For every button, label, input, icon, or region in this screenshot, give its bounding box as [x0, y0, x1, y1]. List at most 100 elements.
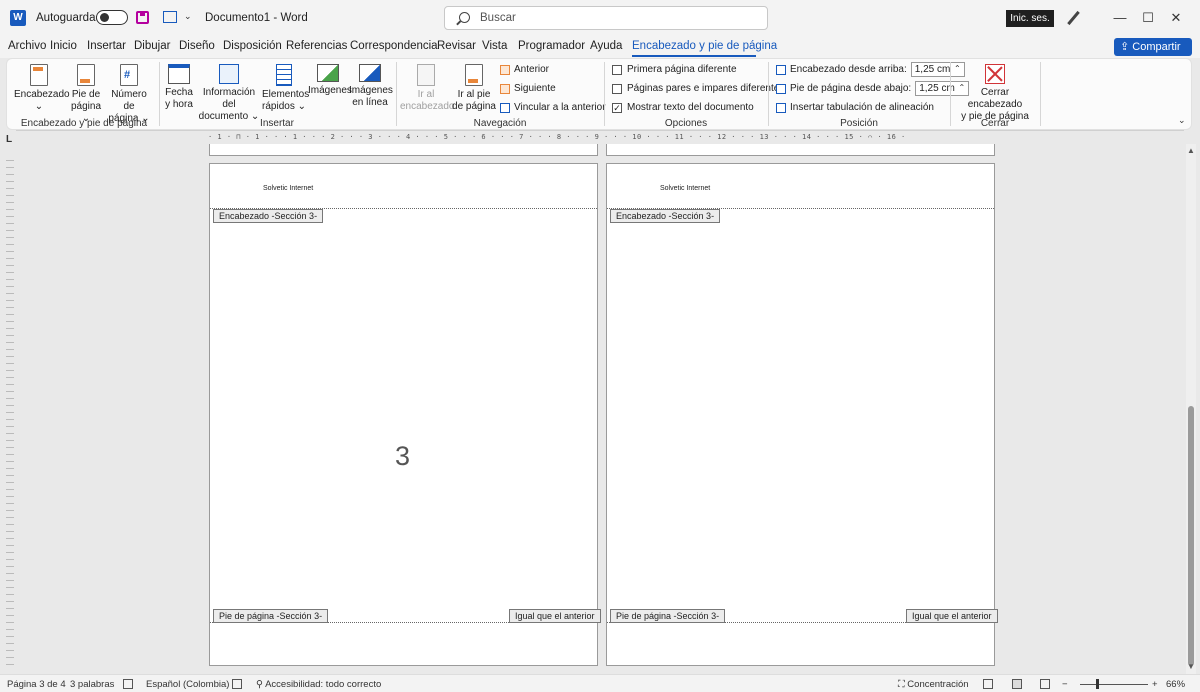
previous-page-bottom: [606, 144, 995, 156]
header-text[interactable]: Solvetic Internet: [263, 185, 313, 192]
header-text[interactable]: Solvetic Internet: [660, 185, 710, 192]
accessibility-icon: ⚲: [256, 679, 266, 690]
horizontal-ruler[interactable]: · 1 · ⊓ · 1 · · · 1 · · · 2 · · · 3 · · …: [208, 133, 905, 144]
autosave-toggle[interactable]: [96, 10, 128, 25]
accessibility-status[interactable]: ⚲ Accesibilidad: todo correcto: [256, 679, 381, 690]
sign-in-button[interactable]: Inic. ses.: [1006, 10, 1054, 27]
next-icon: [500, 83, 510, 94]
tab-encabezado-pie[interactable]: Encabezado y pie de página: [632, 40, 777, 52]
document-info-button[interactable]: Información del documento ⌄: [196, 64, 262, 123]
footer-button[interactable]: Pie de página ⌄: [66, 64, 106, 125]
word-logo-icon: W: [10, 10, 26, 26]
online-image-icon: [359, 64, 381, 82]
zoom-in-button[interactable]: +: [1152, 679, 1158, 690]
footer-section-tag: Pie de página -Sección 3-: [213, 609, 329, 623]
odd-even-different-checkbox[interactable]: Páginas pares e impares diferentes: [612, 83, 784, 94]
header-section-tag: Encabezado -Sección 3-: [610, 209, 721, 223]
previous-button[interactable]: Anterior: [500, 64, 549, 75]
group-divider: [604, 62, 605, 126]
pen-icon[interactable]: [1067, 10, 1080, 26]
focus-mode-button[interactable]: ⛶ Concentración: [898, 679, 969, 690]
images-button[interactable]: Imágenes: [308, 64, 352, 97]
go-to-footer-button[interactable]: Ir al pie de página: [452, 64, 496, 113]
page[interactable]: Solvetic Internet Encabezado -Sección 3-…: [606, 163, 998, 666]
share-button[interactable]: ⇪ Compartir ⌄: [1114, 38, 1192, 71]
read-mode-icon[interactable]: [983, 679, 993, 689]
tab-diseno[interactable]: Diseño: [179, 40, 215, 52]
vertical-scrollbar[interactable]: ▲ ▼: [1186, 144, 1196, 674]
calendar-icon: [168, 64, 190, 84]
zoom-level[interactable]: 66%: [1166, 679, 1185, 690]
tab-programador[interactable]: Programador: [518, 40, 585, 52]
minimize-button[interactable]: —: [1110, 8, 1130, 28]
go-to-header-icon: [417, 64, 435, 86]
header-button[interactable]: Encabezado ⌄: [14, 64, 70, 113]
vertical-ruler[interactable]: [6, 160, 14, 665]
tab-vista[interactable]: Vista: [482, 40, 507, 52]
image-icon: [317, 64, 339, 82]
header-section-tag: Encabezado -Sección 3-: [213, 209, 324, 223]
go-to-header-button[interactable]: Ir al encabezado: [400, 64, 455, 113]
zoom-slider-thumb[interactable]: [1096, 679, 1099, 689]
first-page-different-checkbox[interactable]: Primera página diferente: [612, 64, 737, 75]
show-document-text-checkbox[interactable]: ✓ Mostrar texto del documento: [612, 102, 754, 113]
close-button[interactable]: ✕: [1166, 8, 1186, 28]
group-label-insert: Insertar: [260, 118, 294, 129]
document-canvas[interactable]: [16, 130, 1184, 674]
present-icon[interactable]: [163, 11, 177, 23]
header-icon: [30, 64, 48, 86]
quick-parts-icon: [276, 64, 292, 86]
tab-archivo[interactable]: Archivo: [8, 40, 46, 52]
date-time-button[interactable]: Fecha y hora: [162, 64, 196, 111]
close-icon: [985, 64, 1005, 84]
tab-inicio[interactable]: Inicio: [50, 40, 77, 52]
zoom-out-button[interactable]: −: [1062, 679, 1068, 690]
zoom-slider[interactable]: [1080, 684, 1148, 685]
tab-dibujar[interactable]: Dibujar: [134, 40, 170, 52]
tab-referencias[interactable]: Referencias: [286, 40, 347, 52]
print-layout-icon[interactable]: [1012, 679, 1022, 689]
footer-section-tag: Pie de página -Sección 3-: [610, 609, 726, 623]
tab-selector[interactable]: L: [6, 134, 12, 145]
tab-disposicion[interactable]: Disposición: [223, 40, 282, 52]
tab-ayuda[interactable]: Ayuda: [590, 40, 622, 52]
web-layout-icon[interactable]: [1040, 679, 1050, 689]
maximize-button[interactable]: ☐: [1138, 8, 1158, 28]
scrollbar-thumb[interactable]: [1188, 406, 1194, 666]
online-images-button[interactable]: Imágenes en línea: [349, 64, 393, 109]
scroll-down-icon[interactable]: ▼: [1187, 662, 1195, 671]
page-number-button[interactable]: Número de página ⌄: [106, 64, 152, 125]
page-count[interactable]: Página 3 de 4: [7, 679, 66, 690]
scroll-up-icon[interactable]: ▲: [1187, 146, 1195, 155]
predictions-icon[interactable]: [232, 679, 242, 689]
header-from-top-control: Encabezado desde arriba: 1,25 cm: [776, 62, 965, 77]
insert-alignment-tab-button[interactable]: Insertar tabulación de alineación: [776, 102, 934, 113]
checkbox-icon: [612, 64, 622, 75]
page[interactable]: Solvetic Internet Encabezado -Sección 3-…: [209, 163, 601, 666]
page-number-icon: [120, 64, 138, 86]
quick-parts-button[interactable]: Elementos rápidos ⌄: [262, 64, 309, 113]
chevron-down-icon[interactable]: ⌄: [184, 11, 192, 22]
word-count[interactable]: 3 palabras: [70, 679, 114, 690]
ribbon-tabs: Archivo Inicio Insertar Dibujar Diseño D…: [0, 36, 1200, 58]
alignment-tab-icon: [776, 102, 786, 113]
header-position-icon: [776, 64, 786, 75]
tab-insertar[interactable]: Insertar: [87, 40, 126, 52]
previous-icon: [500, 64, 510, 75]
search-box[interactable]: Buscar: [444, 6, 768, 30]
next-button[interactable]: Siguiente: [500, 83, 556, 94]
collapse-ribbon-icon[interactable]: ⌄: [1178, 115, 1186, 126]
group-label-options: Opciones: [664, 118, 708, 129]
group-label-position: Posición: [840, 118, 878, 129]
tab-revisar[interactable]: Revisar: [437, 40, 476, 52]
language-status[interactable]: Español (Colombia): [146, 679, 229, 690]
tab-correspondencia[interactable]: Correspondencia: [350, 40, 438, 52]
link-previous-button[interactable]: Vincular a la anterior: [500, 102, 606, 113]
save-icon[interactable]: [136, 11, 149, 24]
book-icon[interactable]: [123, 679, 133, 689]
group-divider: [1040, 62, 1041, 126]
same-as-previous-tag: Igual que el anterior: [509, 609, 601, 623]
close-header-footer-button[interactable]: Cerrar encabezado y pie de página: [954, 64, 1036, 123]
page-number[interactable]: 3: [395, 441, 410, 472]
search-icon: [459, 12, 470, 23]
